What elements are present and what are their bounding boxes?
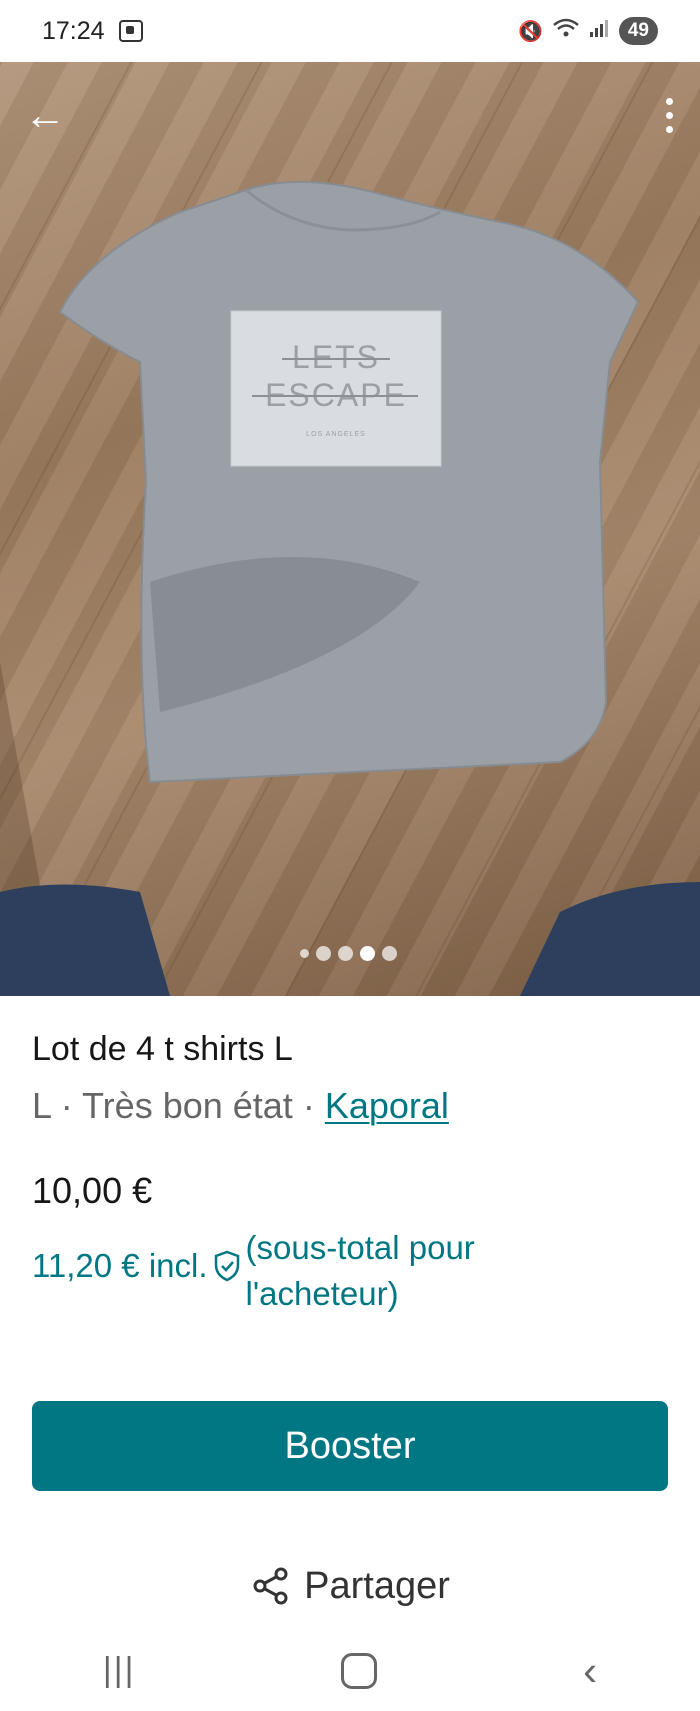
screen-record-icon (118, 20, 143, 42)
shield-check-icon (214, 1250, 239, 1282)
share-icon (253, 1567, 288, 1605)
back-arrow-icon: ← (24, 91, 66, 138)
item-title: Lot de 4 t shirts L (32, 1030, 293, 1068)
item-condition: Très bon état (82, 1085, 293, 1126)
buyer-subtotal-note: (sous-total pour l'acheteur) (245, 1229, 475, 1312)
carousel-dots (300, 946, 397, 961)
meta-separator: · (292, 1085, 325, 1126)
carousel-dot-active[interactable] (360, 946, 375, 961)
back-button[interactable]: ← (22, 92, 68, 138)
buyer-price: 11,20 € incl. (32, 1247, 208, 1284)
wifi-icon (553, 18, 579, 44)
item-photo[interactable]: LETS ESCAPE LOS ANGELES ← (0, 62, 700, 996)
item-meta: L · Très bon état · Kaporal (32, 1085, 449, 1127)
more-vertical-icon (665, 97, 673, 105)
carousel-dot[interactable] (300, 949, 309, 958)
system-nav-bar: ||| ‹ (0, 1630, 700, 1711)
status-time: 17:24 (42, 16, 105, 45)
share-label: Partager (304, 1564, 450, 1607)
mute-icon: 🔇 (517, 20, 543, 43)
status-icons: 🔇 49 (518, 17, 658, 45)
item-size: L (32, 1085, 51, 1126)
signal-icon (589, 18, 609, 44)
meta-separator: · (50, 1085, 83, 1126)
carousel-dot[interactable] (382, 946, 397, 961)
battery-indicator: 49 (618, 17, 658, 45)
boost-button[interactable]: Booster (32, 1401, 668, 1491)
buyer-price-row[interactable]: 11,20 € incl. (sous-total pour l'acheteu… (32, 1225, 536, 1317)
home-icon[interactable] (341, 1652, 378, 1689)
more-options-button[interactable] (654, 92, 684, 138)
brand-link[interactable]: Kaporal (325, 1085, 449, 1126)
item-price: 10,00 € (32, 1170, 153, 1211)
print-line-3: LOS ANGELES (306, 431, 366, 438)
recent-apps-icon[interactable]: ||| (103, 1651, 136, 1690)
carousel-dot[interactable] (316, 946, 331, 961)
tshirt-illustration: LETS ESCAPE LOS ANGELES (0, 62, 700, 996)
carousel-dot[interactable] (338, 946, 353, 961)
print-line-1: LETS (292, 339, 380, 375)
status-bar: 17:24 🔇 49 (0, 0, 700, 62)
system-back-icon[interactable]: ‹ (583, 1647, 597, 1695)
share-button[interactable]: Partager (0, 1560, 700, 1612)
